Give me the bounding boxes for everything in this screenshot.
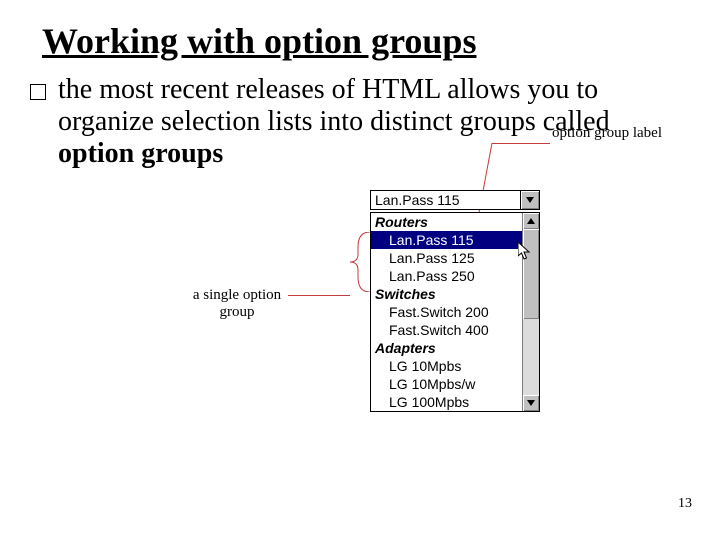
optgroup-label: Routers <box>371 213 522 231</box>
annotation-single-group: a single option group <box>182 287 292 320</box>
combo-box[interactable]: Lan.Pass 115 <box>370 190 540 210</box>
body-text: the most recent releases of HTML allows … <box>58 74 690 171</box>
brace-icon <box>350 232 372 292</box>
option-item[interactable]: LG 10Mpbs <box>371 357 522 375</box>
bullet-item: the most recent releases of HTML allows … <box>30 74 690 171</box>
scroll-down-icon[interactable] <box>523 395 539 411</box>
chevron-down-icon[interactable] <box>520 191 539 209</box>
body-text-bold: option groups <box>58 138 223 169</box>
bullet-icon <box>30 84 46 100</box>
option-item[interactable]: Fast.Switch 400 <box>371 321 522 339</box>
page-number: 13 <box>678 496 692 512</box>
callout-line <box>288 295 350 296</box>
listbox: RoutersLan.Pass 115Lan.Pass 125Lan.Pass … <box>370 212 540 412</box>
scroll-up-icon[interactable] <box>523 213 539 229</box>
option-item[interactable]: LG 10Mpbs/w <box>371 375 522 393</box>
scroll-thumb[interactable] <box>523 229 539 319</box>
annotation-optgroup-label: option group label <box>552 125 672 142</box>
scrollbar[interactable] <box>522 213 539 411</box>
body-text-1: the most recent releases of HTML allows … <box>58 74 610 137</box>
option-item[interactable]: Lan.Pass 125 <box>371 249 522 267</box>
listbox-inner: RoutersLan.Pass 115Lan.Pass 125Lan.Pass … <box>371 213 522 411</box>
option-item[interactable]: Lan.Pass 115 <box>371 231 522 249</box>
slide: Working with option groups the most rece… <box>0 0 720 540</box>
option-item[interactable]: LG 100Mpbs <box>371 393 522 411</box>
select-box: Lan.Pass 115 RoutersLan.Pass 115Lan.Pass… <box>370 190 540 412</box>
optgroup-label: Adapters <box>371 339 522 357</box>
combo-selected: Lan.Pass 115 <box>371 191 520 209</box>
page-title: Working with option groups <box>42 20 690 62</box>
callout-line <box>492 143 550 144</box>
optgroup-label: Switches <box>371 285 522 303</box>
option-item[interactable]: Fast.Switch 200 <box>371 303 522 321</box>
option-item[interactable]: Lan.Pass 250 <box>371 267 522 285</box>
scroll-track[interactable] <box>523 229 539 395</box>
